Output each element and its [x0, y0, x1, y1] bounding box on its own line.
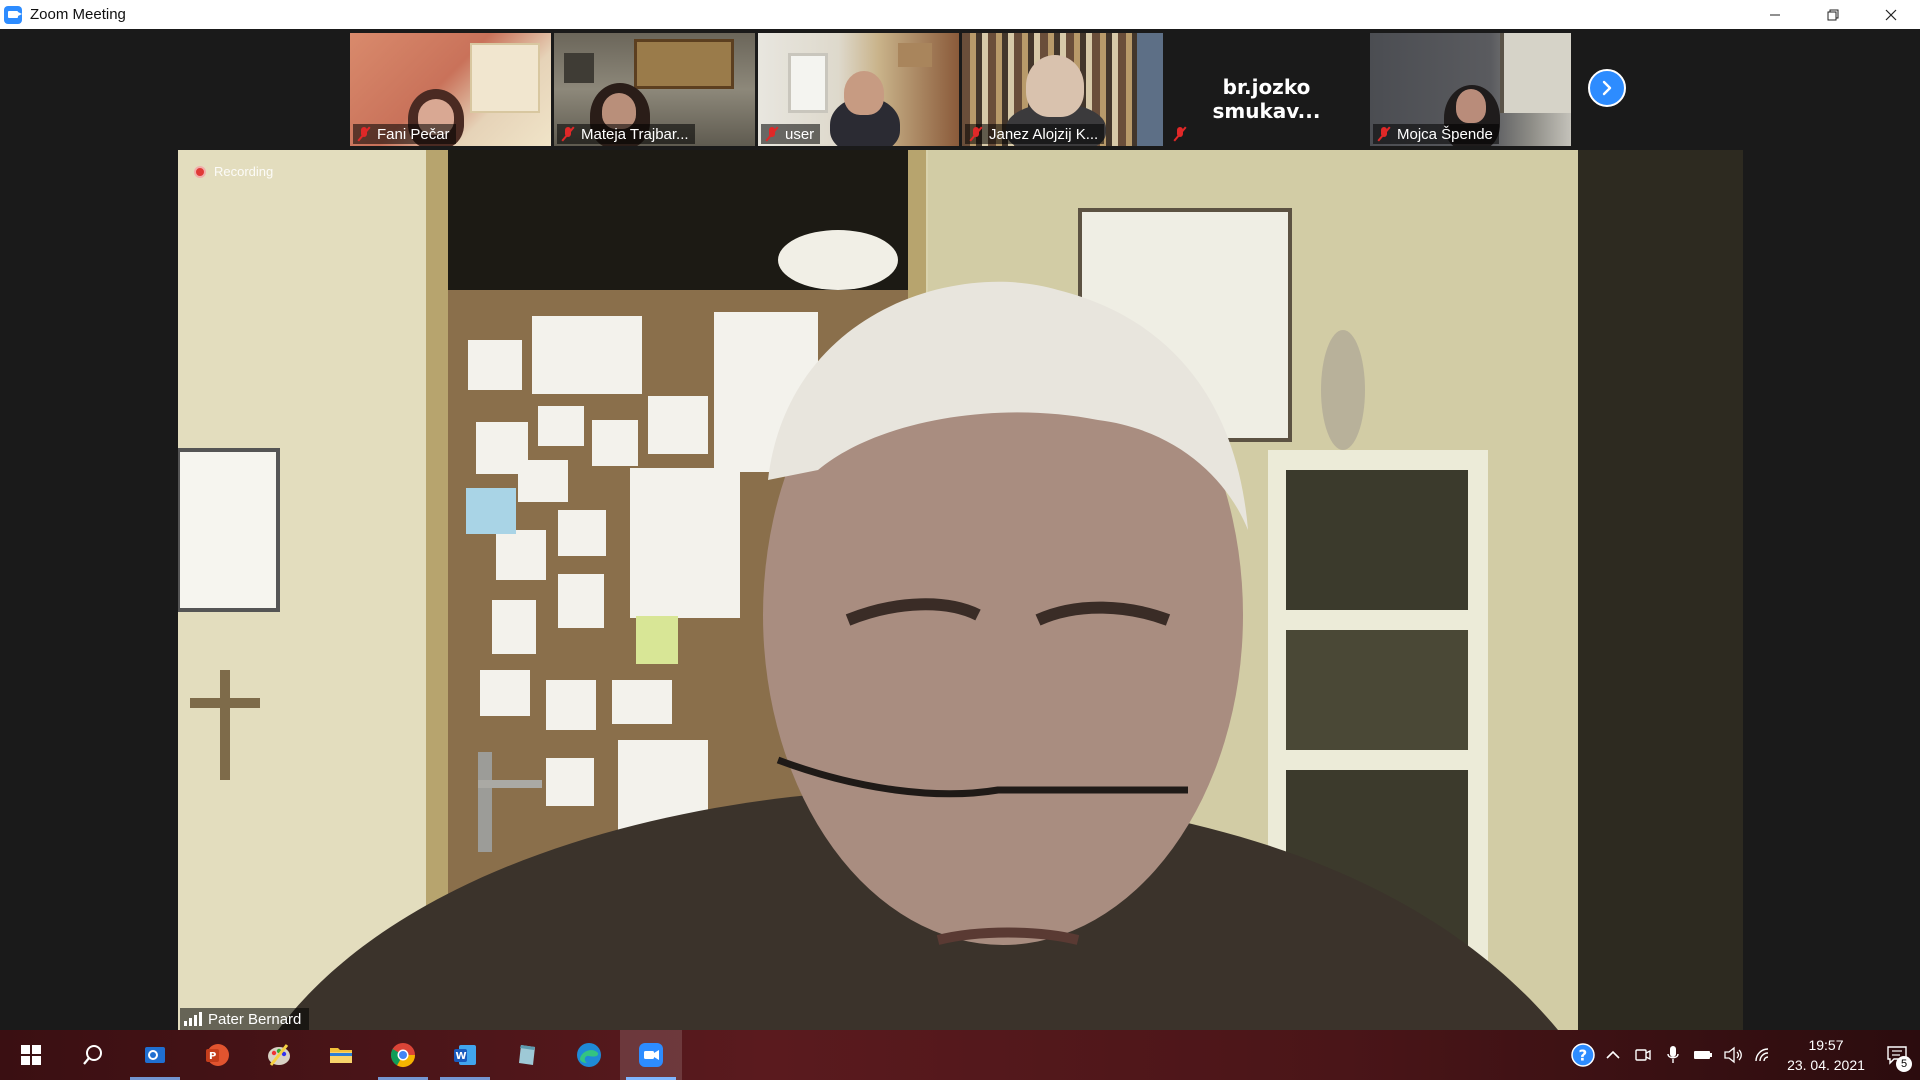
taskbar-word[interactable]: W — [434, 1030, 496, 1080]
mic-muted-icon — [561, 126, 575, 142]
participant-tile[interactable]: user — [758, 33, 959, 146]
network-tray-button[interactable] — [1748, 1030, 1778, 1080]
meet-now-tray-button[interactable] — [1628, 1030, 1658, 1080]
participant-name: Janez Alojzij K... — [989, 125, 1099, 143]
participant-label: Janez Alojzij K... — [965, 124, 1105, 144]
participant-tile[interactable]: br.jozko smukav... — [1166, 33, 1367, 146]
wifi-icon — [1755, 1048, 1769, 1062]
participant-tile[interactable]: Janez Alojzij K... — [962, 33, 1163, 146]
participant-tile[interactable]: Mojca Špende — [1370, 33, 1571, 146]
recording-indicator: Recording — [194, 164, 273, 179]
outlook-icon — [145, 1047, 165, 1063]
volume-tray-button[interactable] — [1718, 1030, 1748, 1080]
mic-muted-icon — [765, 126, 779, 142]
search-icon — [83, 1045, 102, 1065]
start-button[interactable] — [0, 1030, 62, 1080]
meeting-area: Fani Pečar Mateja Trajbar... user Janez … — [0, 29, 1920, 1030]
mic-muted-icon — [1173, 126, 1187, 142]
folder-icon — [330, 1048, 352, 1063]
paint-icon — [268, 1044, 290, 1066]
clock-time: 19:57 — [1808, 1037, 1844, 1053]
participant-display-name: br.jozko smukav... — [1212, 75, 1321, 123]
edge-icon — [577, 1043, 601, 1067]
chevron-right-icon — [1602, 80, 1612, 96]
participant-label — [1169, 124, 1193, 144]
participant-strip: Fani Pečar Mateja Trajbar... user Janez … — [350, 33, 1571, 146]
participant-tile[interactable]: Mateja Trajbar... — [554, 33, 755, 146]
microphone-icon — [1667, 1046, 1679, 1063]
clock-date: 23. 04. 2021 — [1787, 1057, 1865, 1073]
help-tray-button[interactable]: ? — [1568, 1030, 1598, 1080]
close-button[interactable] — [1862, 0, 1920, 29]
svg-text:?: ? — [1579, 1047, 1588, 1065]
taskbar-chrome[interactable] — [372, 1030, 434, 1080]
zoom-icon — [639, 1043, 663, 1067]
participant-tile[interactable]: Fani Pečar — [350, 33, 551, 146]
taskbar-file-explorer[interactable] — [310, 1030, 372, 1080]
minimize-button[interactable] — [1746, 0, 1804, 29]
active-speaker-video[interactable]: Recording Pater Bernard — [178, 150, 1743, 1030]
mic-muted-icon — [357, 126, 371, 142]
svg-text:W: W — [456, 1051, 467, 1062]
mic-muted-icon — [1377, 126, 1391, 142]
microphone-tray-button[interactable] — [1658, 1030, 1688, 1080]
camera-icon — [1635, 1049, 1651, 1061]
notes-icon — [519, 1045, 535, 1065]
search-button[interactable] — [62, 1030, 124, 1080]
taskbar-notes[interactable] — [496, 1030, 558, 1080]
battery-icon — [1694, 1051, 1712, 1059]
word-icon: W — [454, 1045, 476, 1065]
taskbar-outlook[interactable] — [124, 1030, 186, 1080]
windows-taskbar: P W ? 19:57 23. 04. 2021 5 — [0, 1030, 1920, 1080]
participant-label: Mateja Trajbar... — [557, 124, 695, 144]
speaker-volume-icon — [1724, 1046, 1742, 1064]
restore-button[interactable] — [1804, 0, 1862, 29]
participant-name: Fani Pečar — [377, 125, 450, 143]
system-tray: ? 19:57 23. 04. 2021 5 — [1568, 1030, 1920, 1080]
speaker-name: Pater Bernard — [208, 1010, 302, 1028]
taskbar-powerpoint[interactable]: P — [186, 1030, 248, 1080]
window-title: Zoom Meeting — [30, 6, 126, 23]
participant-name: Mojca Špende — [1397, 125, 1493, 143]
windows-logo-icon — [21, 1045, 41, 1065]
recording-dot-icon — [194, 165, 206, 178]
next-page-button[interactable] — [1588, 69, 1626, 107]
notification-count-badge: 5 — [1896, 1056, 1912, 1072]
participant-name: user — [785, 125, 815, 143]
participant-label: Mojca Špende — [1373, 124, 1499, 144]
speaker-video-frame — [178, 150, 1743, 1030]
taskbar-zoom[interactable] — [620, 1030, 682, 1080]
participant-label: Fani Pečar — [353, 124, 456, 144]
zoom-app-icon — [4, 5, 22, 24]
restore-icon — [1827, 9, 1839, 20]
taskbar-clock[interactable]: 19:57 23. 04. 2021 — [1778, 1035, 1874, 1075]
mic-muted-icon — [969, 126, 983, 142]
taskbar-edge[interactable] — [558, 1030, 620, 1080]
battery-tray-button[interactable] — [1688, 1030, 1718, 1080]
participant-name: Mateja Trajbar... — [581, 125, 689, 143]
close-icon — [1885, 9, 1897, 20]
window-titlebar: Zoom Meeting — [0, 0, 1920, 29]
chrome-icon — [390, 1043, 415, 1068]
help-icon: ? — [1571, 1043, 1595, 1067]
speaker-label: Pater Bernard — [180, 1008, 310, 1030]
show-hidden-icons-button[interactable] — [1598, 1030, 1628, 1080]
action-center-button[interactable]: 5 — [1874, 1030, 1920, 1080]
window-controls — [1746, 0, 1920, 29]
signal-strength-icon — [184, 1012, 202, 1026]
svg-text:P: P — [209, 1051, 216, 1062]
minimize-icon — [1770, 14, 1780, 15]
chevron-up-icon — [1606, 1050, 1620, 1059]
recording-label: Recording — [214, 164, 274, 179]
taskbar-paint[interactable] — [248, 1030, 310, 1080]
participant-label: user — [761, 124, 821, 144]
powerpoint-icon: P — [206, 1044, 229, 1066]
